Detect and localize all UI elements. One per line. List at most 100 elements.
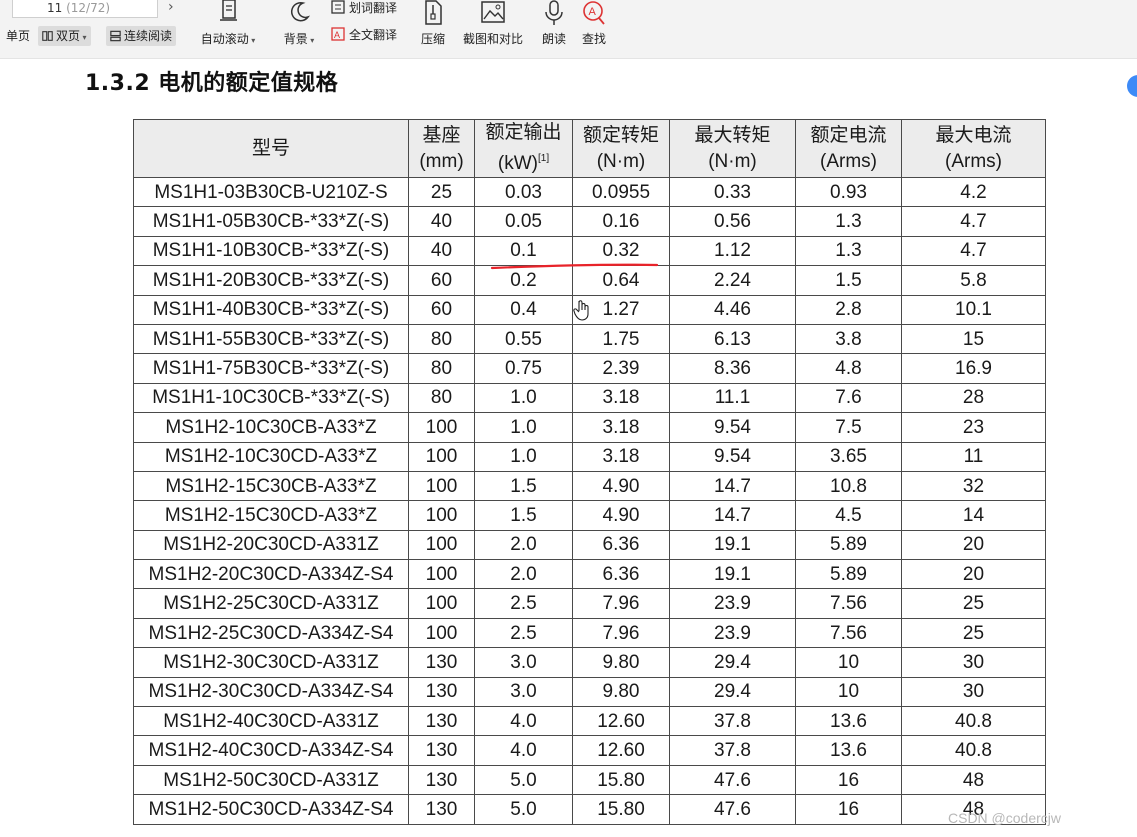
value-cell: 9.80	[572, 647, 670, 678]
svg-text:A: A	[334, 30, 340, 40]
table-row: MS1H2-25C30CD-A331Z 100 2.5 7.96 23.9 7.56 25	[133, 588, 1046, 619]
value-cell: 1.5	[474, 470, 573, 502]
auto-scroll-label: 自动滚动	[200, 32, 249, 46]
model-cell: MS1H2-30C30CD-A331Z	[133, 647, 409, 678]
motor-rating-table: 型号 基座 (mm) 额定输出 (kW)[1] 额定转矩 (N·m) 最大转矩 (N·m) 额定电…	[133, 119, 1046, 825]
value-cell: 3.0	[474, 676, 573, 708]
value-cell: 100	[408, 529, 475, 561]
value-cell: 15	[901, 323, 1046, 355]
table-row: MS1H2-10C30CD-A33*Z 100 1.0 3.18 9.54 3.65 11	[133, 441, 1046, 472]
background-label: 背景	[283, 32, 308, 46]
value-cell: 40.8	[901, 706, 1046, 737]
full-translate-button[interactable]: A 全文翻译	[331, 27, 397, 43]
search-icon: A	[583, 1, 605, 25]
moon-icon	[290, 1, 311, 22]
next-page-arrow-icon[interactable]: ›	[168, 0, 174, 15]
model-cell: MS1H2-10C30CD-A33*Z	[133, 441, 409, 472]
find-button[interactable]: A 查找	[580, 0, 608, 47]
word-translate-button[interactable]: 划词翻译	[331, 0, 397, 16]
word-translate-label: 划词翻译	[349, 1, 398, 15]
value-cell: 3.0	[474, 647, 573, 678]
value-cell: 2.8	[795, 294, 902, 325]
value-cell: 0.05	[474, 206, 573, 237]
microphone-icon	[545, 0, 563, 25]
value-cell: 0.4	[474, 294, 573, 325]
table-body: MS1H1-03B30CB-U210Z-S 25 0.03 0.0955 0.33 0.9…	[133, 176, 1046, 825]
table-row: MS1H2-50C30CD-A334Z-S4 130 5.0 15.80 47.6 16 4…	[133, 794, 1046, 825]
value-cell: 130	[408, 706, 475, 737]
column-header: 基座 (mm)	[408, 119, 475, 178]
auto-scroll-icon	[220, 0, 237, 21]
table-row: MS1H2-30C30CD-A334Z-S4 130 3.0 9.80 29.4 10 30	[133, 676, 1046, 708]
value-cell: 9.54	[669, 441, 796, 472]
value-cell: 4.2	[901, 176, 1046, 208]
table-row: MS1H2-10C30CB-A33*Z 100 1.0 3.18 9.54 7.5 23	[133, 412, 1046, 443]
model-cell: MS1H2-40C30CD-A334Z-S4	[133, 735, 409, 766]
single-page-button[interactable]: 单页	[0, 26, 30, 46]
value-cell: 4.90	[572, 470, 670, 502]
section-title: 1.3.2 电机的额定值规格	[85, 71, 339, 96]
find-label: 查找	[581, 32, 606, 46]
value-cell: 9.54	[669, 412, 796, 443]
value-cell: 4.0	[474, 735, 573, 766]
column-header-unit: (kW)	[497, 153, 538, 174]
table-row: MS1H1-55B30CB-*33*Z(-S) 80 0.55 1.75 6.13 3.8…	[133, 323, 1046, 355]
compress-button[interactable]: 压缩	[418, 0, 448, 47]
value-cell: 100	[408, 441, 475, 472]
page-number-input[interactable]: 11 (12/72)	[12, 0, 158, 18]
column-header: 最大电流 (Arms)	[901, 119, 1046, 178]
read-aloud-button[interactable]: 朗读	[540, 0, 568, 47]
value-cell: 6.36	[572, 559, 670, 590]
column-header-unit: (N·m)	[708, 150, 757, 172]
value-cell: 11	[901, 441, 1046, 472]
model-cell: MS1H2-10C30CB-A33*Z	[133, 412, 409, 443]
footnote-marker: [1]	[537, 153, 550, 164]
model-cell: MS1H2-20C30CD-A331Z	[133, 529, 409, 561]
table-row: MS1H2-20C30CD-A334Z-S4 100 2.0 6.36 19.1 5.89…	[133, 559, 1046, 590]
value-cell: 1.0	[474, 382, 573, 414]
side-assistant-icon[interactable]	[1127, 75, 1137, 97]
value-cell: 3.18	[572, 441, 670, 472]
value-cell: 9.80	[572, 676, 670, 708]
table-row: MS1H1-10B30CB-*33*Z(-S) 40 0.1 0.32 1.12 1.3 4…	[133, 235, 1046, 267]
value-cell: 6.13	[669, 323, 796, 355]
value-cell: 25	[901, 588, 1046, 619]
background-button[interactable]: 背景 ▾	[278, 0, 320, 47]
screenshot-icon	[481, 1, 505, 23]
value-cell: 4.8	[795, 353, 902, 384]
value-cell: 100	[408, 412, 475, 443]
value-cell: 2.5	[474, 588, 573, 619]
value-cell: 8.36	[669, 353, 796, 384]
full-translate-icon: A	[331, 27, 345, 41]
double-page-button[interactable]: 双页 ▾	[38, 26, 91, 46]
continuous-reading-icon	[110, 30, 121, 42]
value-cell: 3.65	[795, 441, 902, 472]
value-cell: 14	[901, 500, 1046, 531]
value-cell: 60	[408, 294, 475, 325]
value-cell: 5.89	[795, 559, 902, 590]
value-cell: 100	[408, 617, 475, 649]
continuous-reading-button[interactable]: 连续阅读	[106, 26, 177, 46]
auto-scroll-button[interactable]: 自动滚动 ▾	[196, 0, 260, 47]
value-cell: 7.5	[795, 412, 902, 443]
value-cell: 23.9	[669, 588, 796, 619]
value-cell: 7.56	[795, 617, 902, 649]
column-header-line1: 基座	[422, 124, 461, 146]
value-cell: 13.6	[795, 706, 902, 737]
value-cell: 0.64	[572, 265, 670, 296]
value-cell: 2.0	[474, 529, 573, 561]
value-cell: 5.0	[474, 794, 573, 825]
value-cell: 2.24	[669, 265, 796, 296]
value-cell: 37.8	[669, 706, 796, 737]
value-cell: 100	[408, 559, 475, 590]
value-cell: 3.18	[572, 412, 670, 443]
value-cell: 1.12	[669, 235, 796, 267]
column-header-line1: 最大转矩	[694, 124, 771, 146]
value-cell: 100	[408, 500, 475, 531]
single-page-icon	[0, 30, 3, 42]
value-cell: 1.5	[474, 500, 573, 531]
value-cell: 1.3	[795, 235, 902, 267]
screenshot-compare-button[interactable]: 截图和对比	[460, 0, 526, 47]
value-cell: 0.33	[669, 176, 796, 208]
reader-toolbar: 11 (12/72) › 单页 双页 ▾ 连续阅读 自动滚动 ▾ 背景 ▾ 划词…	[0, 0, 1137, 59]
